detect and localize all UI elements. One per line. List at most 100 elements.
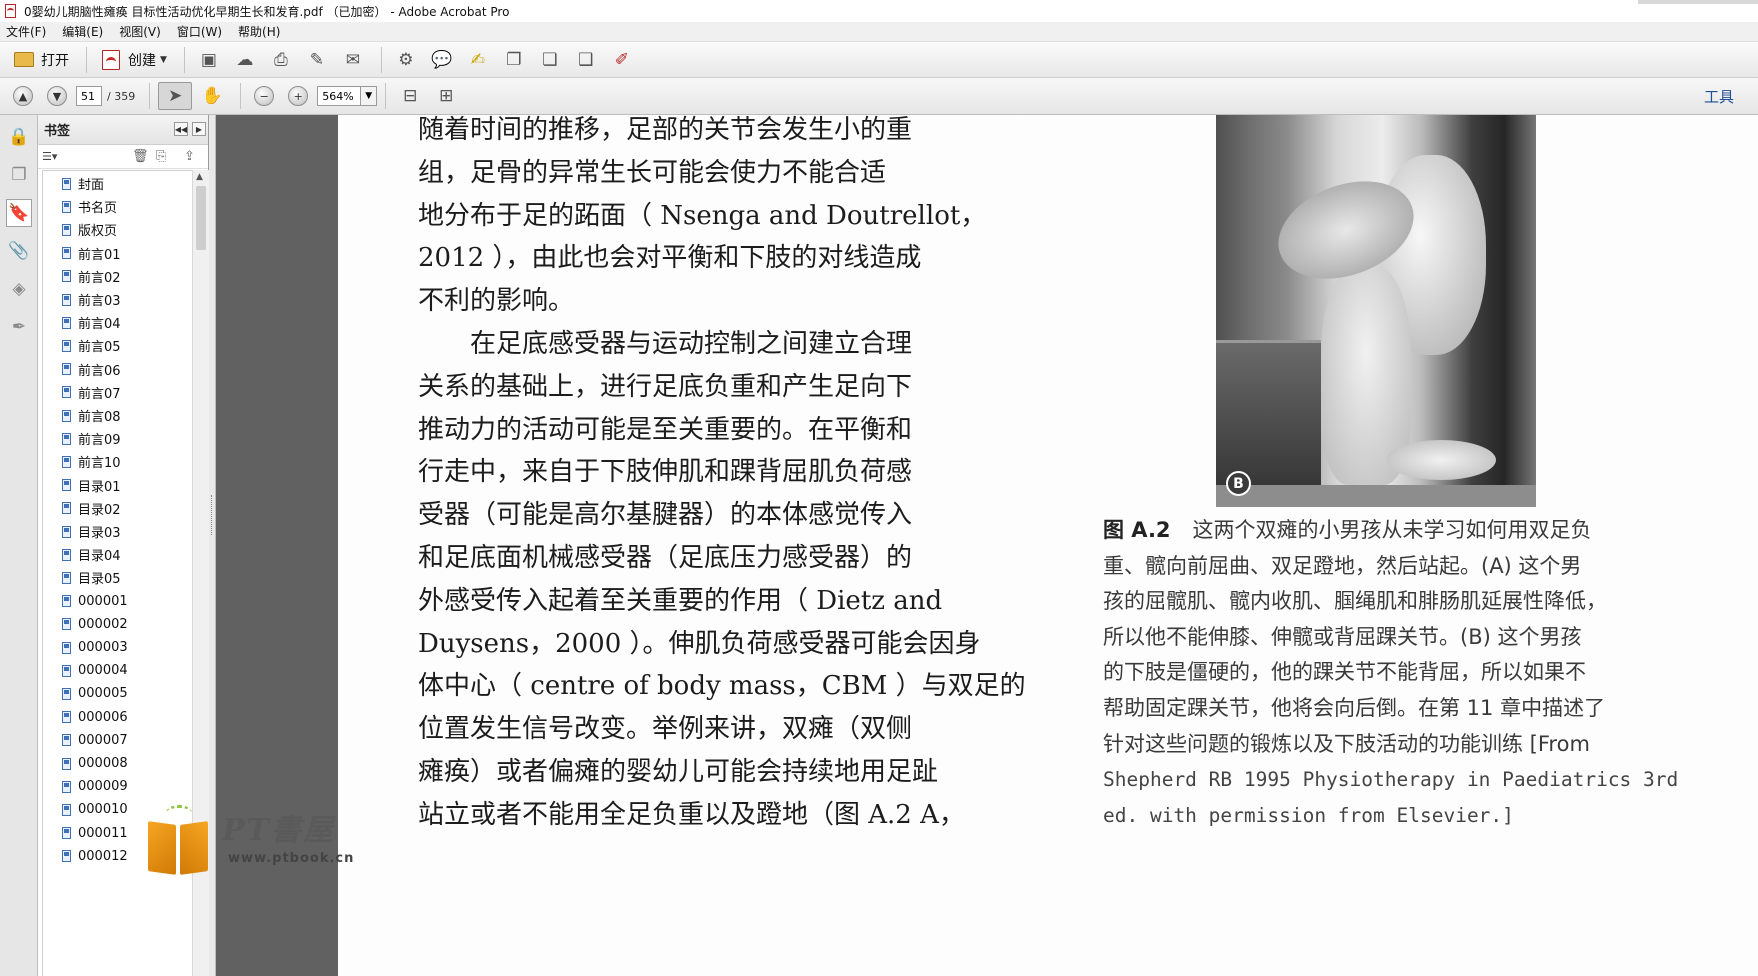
envelope-icon: ✉ (345, 49, 361, 70)
menu-view[interactable]: 视图(V) (119, 23, 161, 40)
scroll-up-icon[interactable]: ▲ (196, 172, 203, 182)
bookmark-item[interactable]: 目录04 (43, 543, 192, 566)
upload-button[interactable]: ☁ (229, 46, 261, 74)
body-text-line: 位置发生信号改变。举例来讲，双瘫（双侧 (418, 714, 913, 745)
bookmark-page-icon (62, 479, 71, 492)
zoom-level-input[interactable] (317, 86, 362, 106)
hand-tool-button[interactable]: ✋ (196, 82, 228, 110)
comment-button[interactable]: 💬 (426, 46, 458, 74)
page-tool-button-1[interactable]: ❐ (498, 46, 530, 74)
bookmark-page-icon (62, 618, 71, 631)
fit-width-button[interactable]: ⊞ (430, 82, 462, 110)
page-tool-button-2[interactable]: ❏ (534, 46, 566, 74)
body-text-line: 关系的基础上，进行足底负重和产生足向下 (418, 371, 913, 402)
bookmark-page-icon (62, 711, 71, 724)
bookmark-item[interactable]: 目录01 (43, 474, 192, 497)
menu-file[interactable]: 文件(F) (6, 23, 46, 40)
save-button[interactable]: ▣ (193, 46, 225, 74)
bookmark-item[interactable]: 前言06 (43, 358, 192, 381)
bookmark-item[interactable]: 封面 (43, 172, 192, 195)
bookmark-from-selection-icon[interactable]: ⇪ (184, 149, 195, 164)
printer-icon: ⎙ (274, 49, 288, 70)
create-button[interactable]: 创建 ▼ (95, 46, 172, 74)
bookmark-item[interactable]: 目录03 (43, 520, 192, 543)
signatures-icon[interactable]: ✒ (6, 313, 32, 341)
bookmark-label: 000009 (78, 779, 128, 795)
document-viewer[interactable]: 随着时间的推移，足部的关节会发生小的重 组，足骨的异常生长可能会使力不能合适 地分布… (216, 115, 1758, 976)
bookmark-item[interactable]: 前言05 (43, 334, 192, 357)
page-tool-button-3[interactable]: ❑ (570, 46, 602, 74)
bookmark-item[interactable]: 000003 (43, 636, 192, 659)
bookmark-item[interactable]: 前言09 (43, 427, 192, 450)
lock-icon[interactable]: 🔒 (6, 123, 32, 151)
bookmark-item[interactable]: 000008 (43, 752, 192, 775)
bookmark-item[interactable]: 000007 (43, 729, 192, 752)
bookmark-page-icon (62, 270, 71, 283)
body-text-line: 组，足骨的异常生长可能会使力不能合适 (418, 157, 887, 188)
zoom-out-button[interactable]: − (249, 82, 279, 110)
zoom-dropdown-chevron-icon[interactable]: ▼ (361, 86, 378, 106)
bookmark-item[interactable]: 000009 (43, 775, 192, 798)
print-button[interactable]: ⎙ (265, 46, 297, 74)
select-tool-button[interactable]: ➤ (158, 82, 193, 110)
edit-button[interactable]: ✎ (301, 46, 333, 74)
bookmark-page-icon (62, 247, 71, 260)
email-button[interactable]: ✉ (337, 46, 369, 74)
bookmark-item[interactable]: 000001 (43, 590, 192, 613)
bookmark-item[interactable]: 前言10 (43, 450, 192, 473)
sign-button[interactable]: ✐ (606, 46, 638, 74)
hand-icon: ✋ (201, 86, 223, 106)
delete-bookmark-trash-icon[interactable]: 🗑 (132, 149, 149, 164)
caption-text: Shepherd RB 1995 Physiotherapy in Paedia… (1103, 768, 1679, 792)
expand-panel-icon[interactable]: ▶ (192, 122, 206, 136)
bookmark-item[interactable]: 目录05 (43, 566, 192, 589)
splitter-grip[interactable] (211, 495, 213, 535)
layers-icon[interactable]: ◈ (6, 275, 32, 303)
open-label: 打开 (41, 52, 69, 69)
book-logo-icon (146, 805, 212, 875)
menu-help[interactable]: 帮助(H) (238, 23, 280, 40)
bookmark-item[interactable]: 目录02 (43, 497, 192, 520)
bookmark-item[interactable]: 前言03 (43, 288, 192, 311)
bookmark-item[interactable]: 前言01 (43, 242, 192, 265)
bookmark-item[interactable]: 版权页 (43, 218, 192, 241)
bookmarks-icon[interactable]: 🔖 (6, 199, 32, 227)
bookmark-label: 000001 (78, 593, 128, 609)
bookmark-item[interactable]: 前言04 (43, 311, 192, 334)
page-number-input[interactable] (76, 86, 102, 106)
bookmarks-title: 书签 (44, 124, 71, 139)
bookmark-page-icon (62, 177, 71, 190)
caption-text: 的下肢是僵硬的，他的踝关节不能背屈，所以如果不 (1103, 660, 1586, 685)
highlight-button[interactable]: ✍ (462, 46, 494, 74)
bookmark-item[interactable]: 书名页 (43, 195, 192, 218)
bookmark-item[interactable]: 000006 (43, 706, 192, 729)
tools-pane-link[interactable]: 工具 (1704, 86, 1734, 107)
attachment-paperclip-icon[interactable]: 📎 (6, 237, 32, 265)
bookmark-item[interactable]: 000002 (43, 613, 192, 636)
new-bookmark-icon[interactable]: ⎘ (156, 149, 166, 164)
bookmark-item[interactable]: 前言02 (43, 265, 192, 288)
fit-page-button[interactable]: ⊟ (394, 82, 426, 110)
bookmark-item[interactable]: 前言07 (43, 381, 192, 404)
menu-window[interactable]: 窗口(W) (177, 23, 222, 40)
bookmark-options-menu-icon[interactable]: ☰▾ (42, 150, 57, 163)
bookmark-page-icon (62, 641, 71, 654)
bookmark-item[interactable]: 000005 (43, 682, 192, 705)
zoom-in-button[interactable]: + (283, 82, 313, 110)
settings-button[interactable]: ⚙ (390, 46, 422, 74)
previous-page-button[interactable]: ▲ (8, 82, 38, 110)
scrollbar-thumb[interactable] (196, 186, 206, 250)
bookmark-item[interactable]: 000004 (43, 659, 192, 682)
next-page-button[interactable]: ▼ (42, 82, 72, 110)
open-button[interactable]: 打开 (8, 46, 74, 74)
page-thumbnails-icon[interactable]: ❐ (6, 161, 32, 189)
caption-line: ed. with permission from Elsevier.] (1103, 802, 1514, 829)
collapse-panel-icon[interactable]: ◀◀ (174, 122, 188, 136)
caption-text: ed. with permission from Elsevier.] (1103, 803, 1514, 827)
body-text-line: 在足底感受器与运动控制之间建立合理 (418, 329, 913, 359)
bookmark-item[interactable]: 前言08 (43, 404, 192, 427)
bookmark-label: 000012 (78, 848, 128, 864)
caption-text: 这两个双瘫的小男孩从未学习如何用双足负 (1192, 518, 1592, 542)
photo-floor (1216, 485, 1536, 507)
menu-edit[interactable]: 编辑(E) (62, 23, 103, 40)
